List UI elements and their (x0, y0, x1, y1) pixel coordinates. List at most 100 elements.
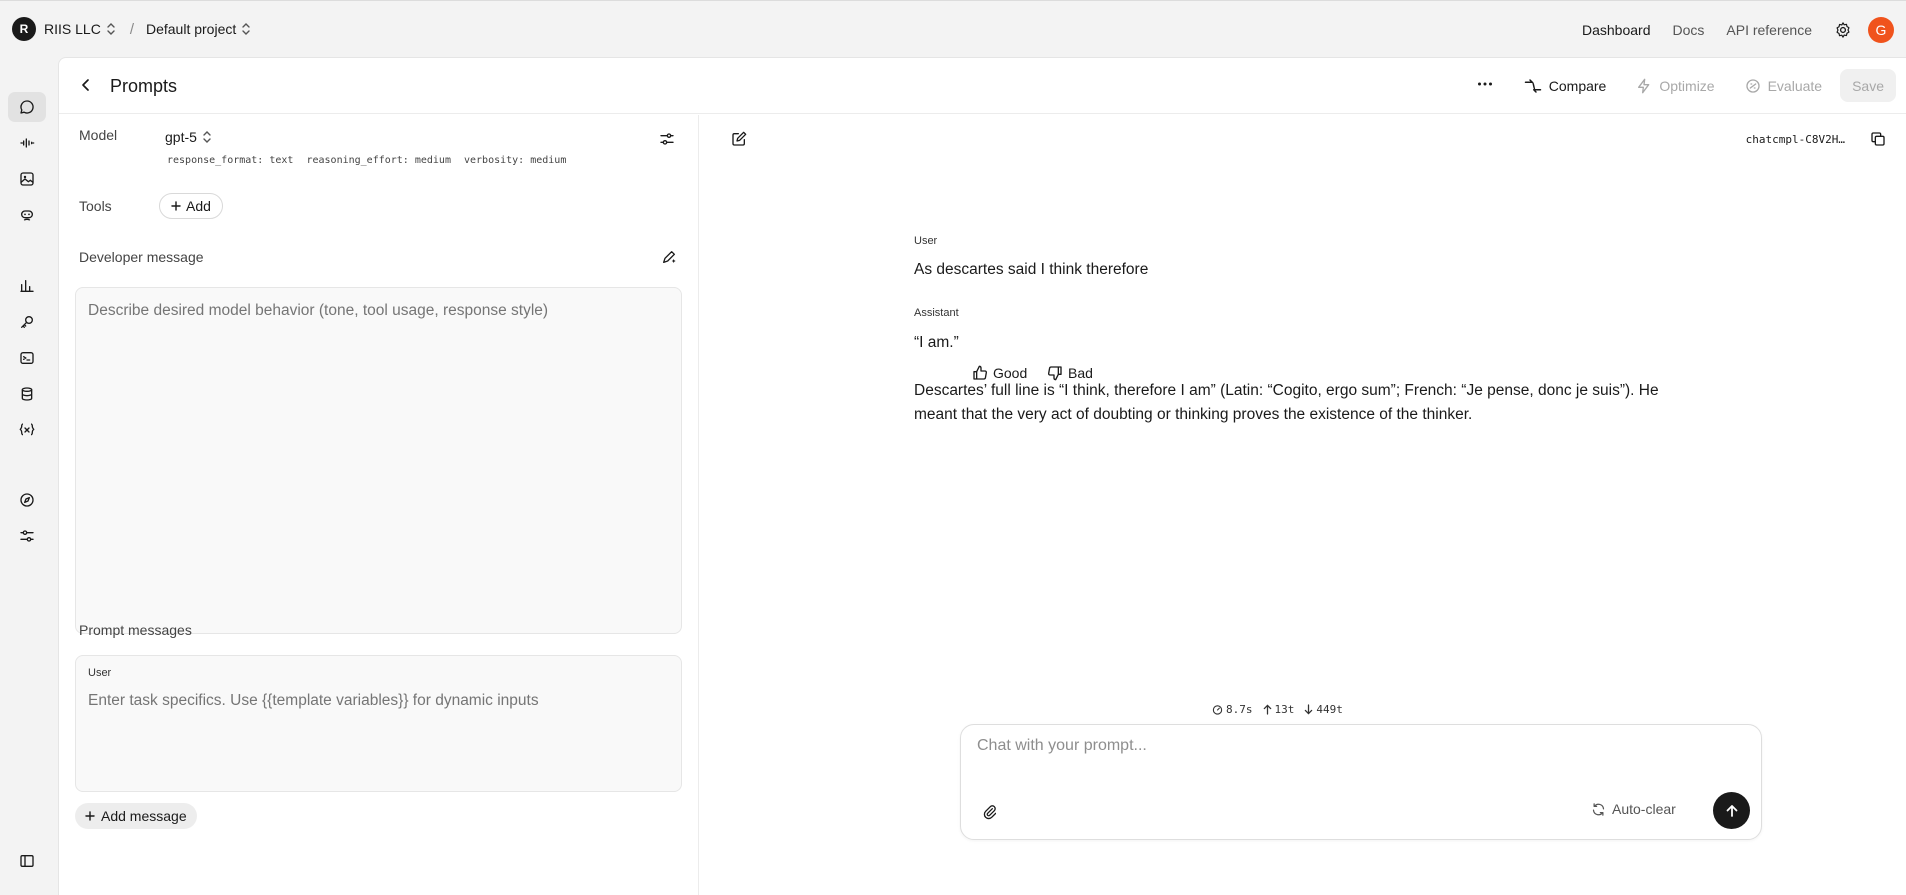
latency-stat: 8.7s (1212, 703, 1253, 716)
chevron-left-icon (82, 79, 89, 91)
arrow-up-icon (1263, 704, 1271, 715)
main-panel: Prompts Compare Optimize Evaluate Save M… (58, 57, 1906, 895)
bad-feedback-button[interactable]: Bad (1047, 362, 1093, 384)
add-message-label: Add message (101, 808, 187, 824)
prompt-message-card: User (75, 655, 682, 792)
arrow-down-icon (1305, 704, 1313, 715)
prompt-message-input[interactable] (88, 692, 668, 710)
gear-icon[interactable] (1834, 21, 1852, 39)
prompt-messages-label: Prompt messages (79, 622, 192, 638)
key-icon[interactable] (8, 307, 46, 337)
edit-sparkle-icon[interactable] (657, 245, 681, 269)
add-tool-button[interactable]: Add (159, 193, 223, 219)
good-label: Good (993, 365, 1028, 381)
lightning-icon (1638, 78, 1650, 93)
org-name-label: RIIS LLC (44, 21, 101, 37)
copy-icon[interactable] (1866, 127, 1890, 151)
evaluate-button[interactable]: Evaluate (1737, 69, 1830, 102)
nav-api-reference-link[interactable]: API reference (1726, 22, 1812, 38)
org-avatar: R (12, 17, 36, 41)
response-stats: 8.7s 13t 449t (1212, 703, 1353, 716)
gauge-icon (1212, 705, 1223, 715)
usage-icon[interactable] (8, 271, 46, 301)
storage-icon[interactable] (8, 379, 46, 409)
settings-sliders-icon[interactable] (8, 521, 46, 551)
chevron-updown-icon (242, 23, 250, 35)
developer-message-input[interactable] (75, 287, 682, 634)
input-tokens-value: 13t (1274, 703, 1295, 716)
audio-icon[interactable] (8, 128, 46, 158)
chat-icon[interactable] (8, 92, 46, 122)
compare-icon (1524, 78, 1542, 93)
thumbs-down-icon (1048, 366, 1062, 381)
arrow-up-icon (1726, 804, 1737, 817)
save-button[interactable]: Save (1840, 69, 1896, 102)
model-settings-icon[interactable] (655, 127, 679, 151)
prompt-message-role: User (88, 667, 112, 679)
more-options-icon[interactable] (1476, 75, 1494, 96)
left-rail (0, 57, 58, 895)
plus-icon (85, 811, 95, 821)
top-bar: R RIIS LLC / Default project Dashboard D… (0, 0, 1906, 57)
assistant-message-line2: Descartes’ full line is “I think, theref… (914, 382, 1659, 423)
header-actions: Compare Optimize Evaluate Save (1476, 69, 1896, 102)
chat-composer: Auto-clear (960, 724, 1762, 840)
nav-dashboard-link[interactable]: Dashboard (1582, 22, 1651, 38)
org-switcher[interactable]: R RIIS LLC / Default project (12, 17, 251, 41)
send-button[interactable] (1713, 792, 1750, 829)
image-icon[interactable] (8, 164, 46, 194)
output-tokens-stat: 449t (1304, 703, 1343, 716)
completion-id: chatcmpl-C8V2H… (1745, 133, 1845, 146)
developer-message-label: Developer message (79, 249, 204, 265)
variables-icon[interactable] (8, 415, 46, 445)
model-value: gpt-5 (165, 129, 197, 145)
good-feedback-button[interactable]: Good (972, 362, 1027, 384)
explore-icon[interactable] (8, 485, 46, 515)
param-response-format: response_format: text (167, 155, 294, 166)
top-nav: Dashboard Docs API reference G (1582, 17, 1906, 43)
sidebar-toggle-icon[interactable] (8, 846, 46, 876)
model-params: response_format: text reasoning_effort: … (167, 155, 573, 166)
latency-value: 8.7s (1226, 703, 1253, 716)
evaluate-label: Evaluate (1767, 77, 1823, 94)
terminal-icon[interactable] (8, 343, 46, 373)
compare-button[interactable]: Compare (1516, 69, 1615, 102)
chevron-updown-icon (107, 23, 115, 35)
param-verbosity: verbosity: medium (464, 155, 567, 166)
prompt-config-panel: Model gpt-5 response_format: text reason… (59, 115, 699, 895)
compare-label: Compare (1548, 77, 1607, 94)
org-name[interactable]: RIIS LLC (44, 21, 116, 37)
tools-label: Tools (79, 198, 112, 214)
evaluate-icon (1745, 78, 1760, 93)
model-selector[interactable]: gpt-5 (165, 129, 212, 145)
thumbs-up-icon (973, 365, 987, 380)
output-tokens-value: 449t (1316, 703, 1343, 716)
add-tool-label: Add (186, 198, 211, 214)
user-message: As descartes said I think therefore (914, 261, 1149, 278)
optimize-label: Optimize (1659, 77, 1715, 94)
project-switcher[interactable]: Default project (146, 21, 251, 37)
user-role-label: User (914, 235, 938, 247)
plus-icon (171, 201, 181, 211)
user-avatar[interactable]: G (1868, 17, 1894, 43)
new-chat-icon[interactable] (727, 127, 751, 151)
breadcrumb-separator: / (129, 20, 134, 38)
back-button[interactable] (73, 72, 99, 98)
project-name-label: Default project (145, 21, 237, 37)
param-reasoning-effort: reasoning_effort: medium (306, 155, 451, 166)
input-tokens-stat: 13t (1263, 703, 1295, 716)
auto-clear-toggle[interactable]: Auto-clear (1591, 801, 1676, 817)
page-header: Prompts Compare Optimize Evaluate Save (59, 58, 1906, 114)
assistant-icon[interactable] (8, 200, 46, 230)
page-title: Prompts (110, 76, 178, 96)
add-message-button[interactable]: Add message (75, 803, 197, 829)
nav-docs-link[interactable]: Docs (1672, 22, 1704, 38)
chat-input[interactable] (977, 737, 1737, 755)
model-label: Model (79, 127, 118, 143)
optimize-button[interactable]: Optimize (1628, 69, 1722, 102)
auto-clear-label: Auto-clear (1612, 801, 1676, 817)
assistant-role-label: Assistant (914, 307, 959, 319)
paperclip-icon[interactable] (977, 800, 1001, 824)
bad-label: Bad (1068, 365, 1093, 381)
refresh-icon (1592, 802, 1605, 816)
